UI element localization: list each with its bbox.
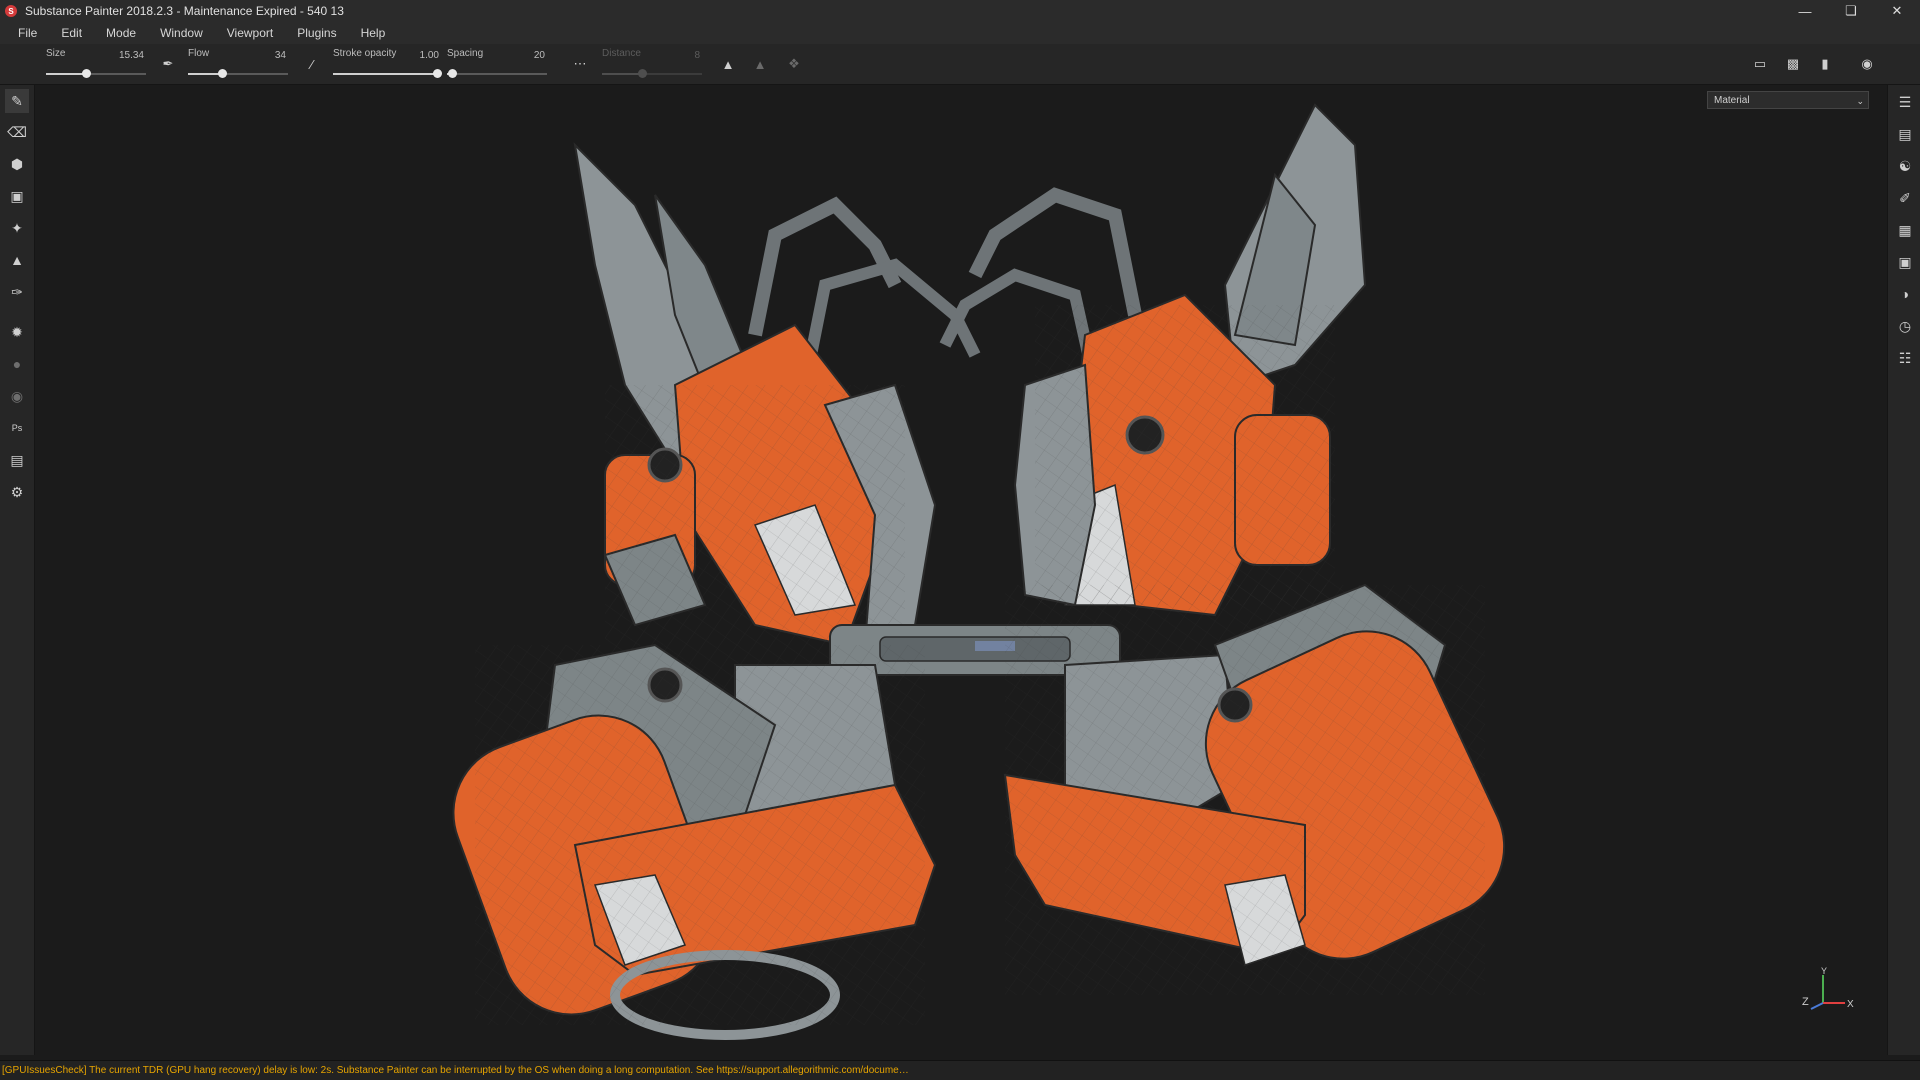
menu-plugins[interactable]: Plugins <box>285 22 348 44</box>
spacing-param: Spacing 20 <box>447 46 547 80</box>
menu-bar: File Edit Mode Window Viewport Plugins H… <box>0 22 1920 44</box>
history-icon[interactable]: ◷ <box>1894 315 1916 337</box>
menu-edit[interactable]: Edit <box>49 22 94 44</box>
projection-icon[interactable]: ⬢ <box>5 152 29 176</box>
distance-value: 8 <box>694 50 700 61</box>
title-bar: S Substance Painter 2018.2.3 - Maintenan… <box>0 0 1920 22</box>
spacing-slider[interactable] <box>447 69 547 78</box>
symmetry-mirror-icon[interactable]: ▲ <box>750 54 770 74</box>
viewport-2d3d-icon[interactable]: ▭ <box>1750 54 1770 74</box>
eraser-icon[interactable]: ⌫ <box>5 120 29 144</box>
bake-icon[interactable]: ✹ <box>5 320 29 344</box>
photoshop-icon[interactable]: Ps <box>5 416 29 440</box>
mech-part-lower-right <box>1003 583 1506 995</box>
mech-model-render <box>452 103 1506 1040</box>
close-button[interactable]: ✕ <box>1874 0 1920 22</box>
viewport-3d[interactable]: Material ⌄ Y X Z <box>35 85 1887 1055</box>
color-picker-icon[interactable]: ✑ <box>5 280 29 304</box>
stroke-opacity-slider-handle[interactable] <box>433 69 442 78</box>
distance-slider-fill <box>602 73 642 75</box>
symmetry-icon[interactable]: ▲ <box>718 54 738 74</box>
layers-list-icon[interactable]: ☰ <box>1894 91 1916 113</box>
lazy-mouse-icon[interactable]: ⋯ <box>570 54 590 74</box>
polygon-fill-icon[interactable]: ▣ <box>5 184 29 208</box>
log-icon[interactable]: ☷ <box>1894 347 1916 369</box>
bell-icon[interactable]: ● <box>5 352 29 376</box>
menu-viewport[interactable]: Viewport <box>215 22 285 44</box>
flow-param: Flow 34 <box>188 46 288 80</box>
substance-painter-logo-icon: S <box>5 5 17 17</box>
distance-label: Distance <box>602 48 641 59</box>
flow-value[interactable]: 34 <box>275 50 286 61</box>
tool-options-bar: Size 15.34 ✒ Flow 34 ∕ Stroke opacity 1.… <box>0 44 1920 85</box>
axis-x-label: X <box>1847 999 1854 1010</box>
size-pressure-icon[interactable]: ✒ <box>158 54 178 74</box>
flow-label: Flow <box>188 48 210 59</box>
size-slider[interactable] <box>46 69 146 78</box>
menu-file[interactable]: File <box>6 22 49 44</box>
menu-help[interactable]: Help <box>349 22 398 44</box>
tool-sidebar: ✎ ⌫ ⬢ ▣ ✦ ▲ ✑ ✹ ● ◉ Ps ▤ ⚙ <box>0 85 35 1055</box>
axis-z-label: Z <box>1802 996 1809 1008</box>
status-bar: [GPUIssuesCheck] The current TDR (GPU ha… <box>0 1060 1920 1080</box>
smudge-icon[interactable]: ✦ <box>5 216 29 240</box>
axis-y-label: Y <box>1821 967 1827 976</box>
uv-grid-icon[interactable]: ▦ <box>1894 219 1916 241</box>
screenshot-icon[interactable]: ◉ <box>1857 54 1877 74</box>
flow-slider[interactable] <box>188 69 288 78</box>
display-settings-icon[interactable]: ▣ <box>1894 251 1916 273</box>
mech-part-upper-left <box>573 142 981 647</box>
spacing-label: Spacing <box>447 48 484 59</box>
stroke-opacity-slider-fill <box>333 73 437 75</box>
stroke-opacity-param: Stroke opacity 1.00 <box>333 46 442 80</box>
minimize-button[interactable]: — <box>1782 0 1828 22</box>
shader-icon[interactable]: ◑ <box>1894 283 1916 305</box>
stroke-opacity-slider[interactable] <box>333 69 442 78</box>
camera-icon[interactable]: ▮ <box>1815 54 1835 74</box>
spacing-slider-handle[interactable] <box>448 69 457 78</box>
distance-param: Distance 8 <box>602 46 702 80</box>
restore-button[interactable]: ❏ <box>1828 0 1874 22</box>
stroke-opacity-label: Stroke opacity <box>333 48 397 59</box>
sphere-icon[interactable]: ◉ <box>5 384 29 408</box>
clone-stamp-icon[interactable]: ▲ <box>5 248 29 272</box>
size-value[interactable]: 15.34 <box>119 50 144 61</box>
cube-view-icon[interactable]: ▩ <box>1783 54 1803 74</box>
axis-gizmo: Y X Z <box>1802 967 1854 1010</box>
layers-stack-icon[interactable]: ☯ <box>1894 155 1916 177</box>
size-slider-handle[interactable] <box>82 69 91 78</box>
size-label: Size <box>46 48 66 59</box>
window-controls: — ❏ ✕ <box>1782 0 1920 22</box>
panel-sidebar: ☰ ▤ ☯ ✐ ▦ ▣ ◑ ◷ ☷ <box>1887 85 1920 1055</box>
flow-pressure-icon[interactable]: ∕ <box>302 54 322 74</box>
texture-set-icon[interactable]: ▤ <box>1894 123 1916 145</box>
brush-properties-icon[interactable]: ✐ <box>1894 187 1916 209</box>
paint-brush-icon[interactable]: ✎ <box>5 89 29 113</box>
symmetry-settings-icon[interactable]: ❖ <box>784 54 804 74</box>
status-message: [GPUIssuesCheck] The current TDR (GPU ha… <box>2 1065 909 1076</box>
settings-icon[interactable]: ⚙ <box>5 480 29 504</box>
spacing-value[interactable]: 20 <box>534 50 545 61</box>
mech-part-lower-left <box>452 643 937 1040</box>
mech-part-upper-right <box>939 103 1367 617</box>
distance-slider-handle <box>638 69 647 78</box>
menu-window[interactable]: Window <box>148 22 215 44</box>
size-slider-fill <box>46 73 86 75</box>
export-icon[interactable]: ▤ <box>5 448 29 472</box>
stroke-opacity-value[interactable]: 1.00 <box>420 50 439 61</box>
flow-slider-handle[interactable] <box>218 69 227 78</box>
distance-slider <box>602 69 702 78</box>
size-param: Size 15.34 <box>46 46 146 80</box>
menu-mode[interactable]: Mode <box>94 22 148 44</box>
flow-slider-fill <box>188 73 222 75</box>
window-title: Substance Painter 2018.2.3 - Maintenance… <box>25 4 344 18</box>
